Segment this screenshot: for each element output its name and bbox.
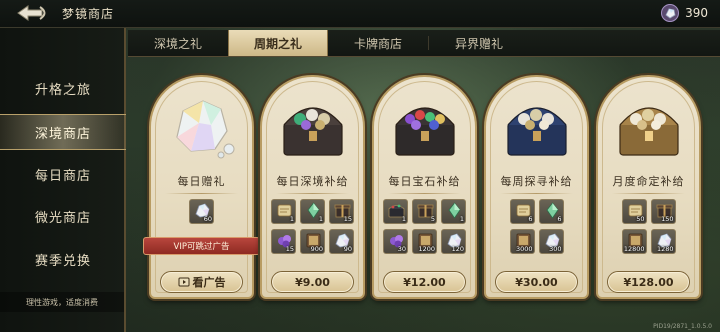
card-title: 月度命定补给 xyxy=(612,175,685,188)
vip-skip-ad-banner: VIP可跳过广告 xyxy=(143,237,260,255)
reward-item[interactable]: 300 xyxy=(538,229,564,254)
reward-list: 1 5 1 30 1200 120 xyxy=(380,199,469,254)
reward-count: 900 xyxy=(310,245,323,253)
version-label: PID19/2871_1.0.5.0 xyxy=(653,323,712,330)
reward-count: 1200 xyxy=(418,245,435,253)
reward-count: 6 xyxy=(528,215,533,223)
sidebar: 升格之旅 深境商店 每日商店 微光商店 赛季兑换 理性游戏，适度消费 xyxy=(0,28,126,332)
health-notice: 理性游戏，适度消费 xyxy=(0,292,124,312)
card-divider xyxy=(500,193,573,194)
reward-item[interactable]: 1200 xyxy=(412,229,437,254)
tab-otherworld-gift[interactable]: 异界赠礼 xyxy=(429,30,529,56)
top-bar: 梦镜商店 390 xyxy=(0,0,720,28)
sidebar-item-ascension[interactable]: 升格之旅 xyxy=(0,70,126,106)
reward-item[interactable]: 15 xyxy=(271,229,296,254)
reward-count: 15 xyxy=(285,245,294,253)
reward-count: 6 xyxy=(557,215,562,223)
reward-item[interactable]: 1 xyxy=(383,199,408,224)
tab-periodic-gift[interactable]: 周期之礼 xyxy=(228,30,328,56)
purchase-button[interactable]: ¥128.00 xyxy=(607,271,690,293)
purchase-button[interactable]: ¥9.00 xyxy=(271,271,354,293)
card-divider xyxy=(165,193,238,194)
card-title: 每日赠礼 xyxy=(177,175,226,188)
reward-item[interactable]: 6 xyxy=(538,199,564,224)
reward-item[interactable]: 120 xyxy=(441,229,466,254)
page-title: 梦镜商店 xyxy=(62,7,115,21)
reward-count: 50 xyxy=(636,215,645,223)
currency-display: 390 xyxy=(661,3,708,23)
reward-count: 30 xyxy=(397,245,406,253)
reward-item[interactable]: 60 xyxy=(189,199,214,224)
card-divider xyxy=(612,193,685,194)
purchase-button[interactable]: ¥12.00 xyxy=(383,271,466,293)
reward-count: 1 xyxy=(459,215,464,223)
treasure-chest-icon xyxy=(507,107,567,156)
reward-count: 1280 xyxy=(656,245,674,253)
reward-item[interactable]: 6 xyxy=(509,199,535,224)
reward-count: 12800 xyxy=(623,245,645,253)
reward-list: 50 150 12800 1280 xyxy=(617,199,680,254)
card-title: 每日宝石补给 xyxy=(388,175,461,188)
gem-cluster-icon xyxy=(661,4,680,22)
reward-item[interactable]: 90 xyxy=(329,229,354,254)
purchase-button[interactable]: ¥30.00 xyxy=(495,271,578,293)
reward-item[interactable]: 1 xyxy=(300,199,325,224)
back-button[interactable] xyxy=(14,3,54,23)
sidebar-item-glimmer-shop[interactable]: 微光商店 xyxy=(0,198,126,234)
treasure-chest-icon xyxy=(619,107,679,156)
tab-deep-gift[interactable]: 深境之礼 xyxy=(128,30,228,56)
sidebar-item-deep-shop[interactable]: 深境商店 xyxy=(0,114,126,150)
reward-item[interactable]: 900 xyxy=(300,229,325,254)
ad-video-icon xyxy=(178,277,189,287)
reward-item[interactable]: 1 xyxy=(271,199,296,224)
reward-count: 15 xyxy=(343,215,352,223)
card-title: 每周探寻补给 xyxy=(500,175,573,188)
reward-item[interactable]: 3000 xyxy=(509,229,535,254)
offer-card-daily-gem-supply: 每日宝石补给 1 5 1 30 1200 120 ¥12.00 xyxy=(372,75,477,299)
offer-card-daily-gift: 每日赠礼 60 VIP可跳过广告 看广告 xyxy=(143,75,260,299)
reward-item[interactable]: 1 xyxy=(441,199,466,224)
shop-tabs: 深境之礼 周期之礼 卡牌商店 异界赠礼 xyxy=(128,30,720,57)
reward-count: 1 xyxy=(401,215,406,223)
reward-item[interactable]: 1280 xyxy=(650,229,676,254)
reward-count: 1 xyxy=(318,215,323,223)
watch-ad-button[interactable]: 看广告 xyxy=(160,271,243,293)
currency-value: 390 xyxy=(685,6,708,20)
offer-card-daily-deep-supply: 每日深境补给 1 1 15 15 900 90 ¥9.00 xyxy=(260,75,365,299)
reward-count: 300 xyxy=(549,245,562,253)
reward-item[interactable]: 5 xyxy=(412,199,437,224)
reward-item[interactable]: 50 xyxy=(621,199,647,224)
reward-list: 1 1 15 15 900 90 xyxy=(268,199,357,254)
reward-list: 60 xyxy=(157,199,246,224)
card-title: 每日深境补给 xyxy=(276,175,349,188)
reward-count: 3000 xyxy=(515,245,533,253)
offer-card-monthly-destiny-supply: 月度命定补给 50 150 12800 1280 ¥128.00 xyxy=(596,75,701,299)
treasure-chest-icon xyxy=(283,107,343,156)
reward-count: 150 xyxy=(661,215,674,223)
reward-item[interactable]: 150 xyxy=(650,199,676,224)
treasure-chest-icon xyxy=(395,107,455,156)
offer-card-weekly-explore-supply: 每周探寻补给 6 6 3000 300 ¥30.00 xyxy=(484,75,589,299)
reward-count: 120 xyxy=(451,245,464,253)
reward-list: 6 6 3000 300 xyxy=(505,199,568,254)
reward-item[interactable]: 30 xyxy=(383,229,408,254)
reward-count: 1 xyxy=(289,215,294,223)
reward-count: 60 xyxy=(203,215,212,223)
crystal-cluster-icon xyxy=(176,100,235,159)
card-divider xyxy=(388,193,461,194)
sidebar-item-season-exchange[interactable]: 赛季兑换 xyxy=(0,241,126,277)
reward-count: 90 xyxy=(343,245,352,253)
card-divider xyxy=(276,193,349,194)
reward-item[interactable]: 15 xyxy=(329,199,354,224)
reward-item[interactable]: 12800 xyxy=(621,229,647,254)
back-arrow-icon xyxy=(17,5,46,21)
tab-card-shop[interactable]: 卡牌商店 xyxy=(328,30,428,56)
sidebar-item-daily-shop[interactable]: 每日商店 xyxy=(0,156,126,192)
button-label: 看广告 xyxy=(192,276,226,289)
reward-count: 5 xyxy=(430,215,435,223)
